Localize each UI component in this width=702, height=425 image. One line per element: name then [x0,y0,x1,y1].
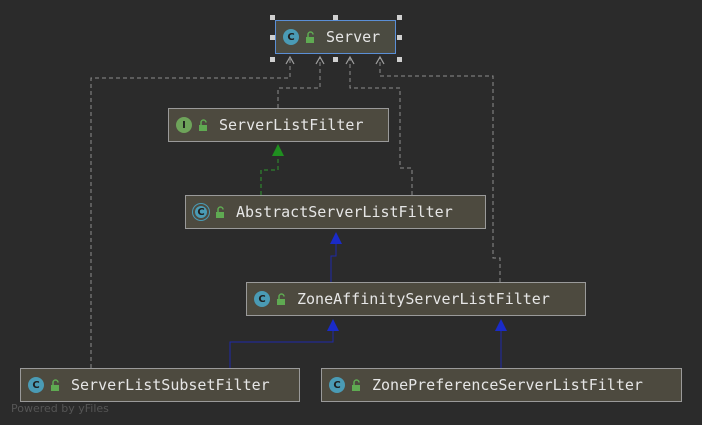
extends-arrowhead-1 [330,232,342,244]
implements-arrowhead [272,144,284,156]
node-server-list-filter[interactable]: I ServerListFilter [168,108,389,142]
open-lock-icon [352,379,360,391]
open-lock-icon [51,379,59,391]
open-lock-icon [277,293,285,305]
open-lock-icon [216,206,224,218]
node-label: Server [326,28,381,46]
node-label: ZonePreferenceServerListFilter [372,376,643,394]
node-zone-preference-server-list-filter[interactable]: C ZonePreferenceServerListFilter [321,368,682,402]
open-lock-icon [306,31,314,43]
class-icon: C [283,29,299,45]
class-icon: C [254,291,270,307]
edge-zoneaffinity-extends-abstract [330,241,337,282]
node-label: AbstractServerListFilter [236,203,453,221]
edge-serverlistfilter-to-server [277,58,321,108]
resize-handle-n[interactable] [333,15,338,20]
open-lock-icon [199,119,207,131]
edge-abstract-implements-serverlistfilter [260,155,279,195]
node-server[interactable]: C Server [275,20,396,54]
resize-handle-s[interactable] [333,57,338,62]
node-label: ServerListSubsetFilter [71,376,270,394]
resize-handle-sw[interactable] [270,57,275,62]
node-label: ZoneAffinityServerListFilter [297,290,550,308]
interface-icon: I [176,117,192,133]
resize-handle-ne[interactable] [397,15,402,20]
edge-subset-extends-zoneaffinity [229,328,334,368]
class-icon: C [28,377,44,393]
node-zone-affinity-server-list-filter[interactable]: C ZoneAffinityServerListFilter [246,282,586,316]
node-abstract-server-list-filter[interactable]: C AbstractServerListFilter [185,195,486,229]
resize-handle-nw[interactable] [270,15,275,20]
resize-handle-e[interactable] [397,35,402,40]
abstract-class-icon: C [193,204,209,220]
resize-handle-se[interactable] [397,57,402,62]
resize-handle-w[interactable] [270,35,275,40]
class-icon: C [329,377,345,393]
node-label: ServerListFilter [219,116,364,134]
extends-arrowhead-2 [327,319,339,331]
watermark: Powered by yFiles [11,402,109,415]
edge-zoneaffinity-to-server [379,58,501,282]
extends-arrowhead-3 [495,319,507,331]
node-server-list-subset-filter[interactable]: C ServerListSubsetFilter [20,368,300,402]
